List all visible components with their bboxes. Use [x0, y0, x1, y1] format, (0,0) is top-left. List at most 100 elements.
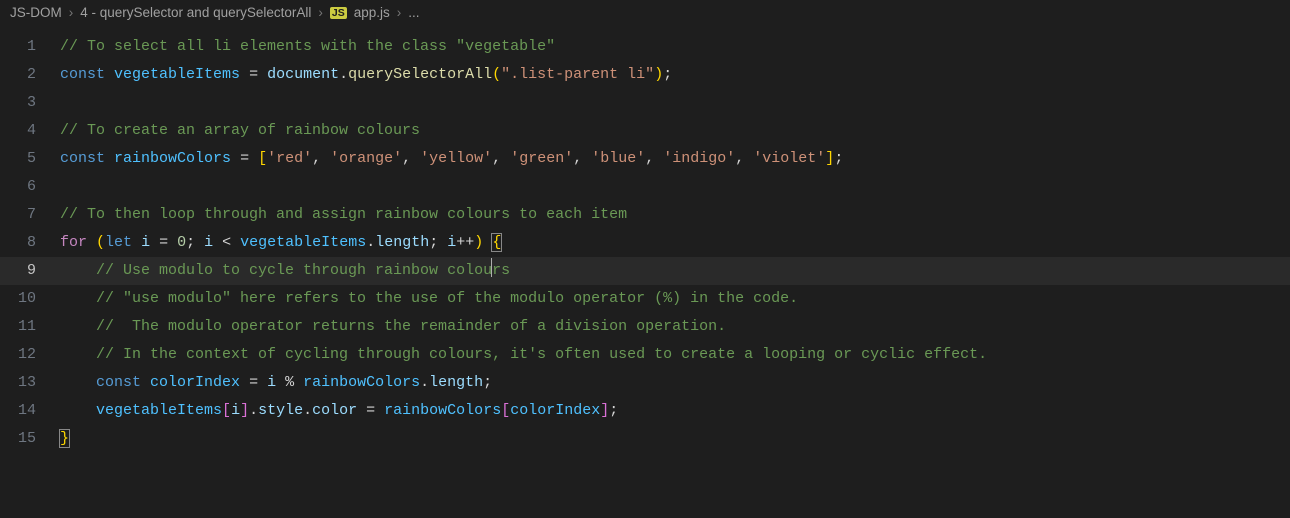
line-number: 9 — [0, 257, 60, 285]
code-line[interactable]: 15 } — [0, 425, 1290, 453]
bracket-open: [ — [501, 402, 510, 419]
semicolon: ; — [834, 150, 843, 167]
variable: vegetableItems — [114, 66, 240, 83]
code-line[interactable]: 1 // To select all li elements with the … — [0, 33, 1290, 61]
code-line[interactable]: 11 // The modulo operator returns the re… — [0, 313, 1290, 341]
code-line[interactable]: 6 — [0, 173, 1290, 201]
line-number: 12 — [0, 341, 60, 369]
identifier-i: i — [447, 234, 456, 251]
keyword-for: for — [60, 234, 87, 251]
semicolon: ; — [429, 234, 447, 251]
identifier: rainbowColors — [384, 402, 501, 419]
breadcrumb-tail[interactable]: ... — [408, 5, 419, 20]
paren-close: ) — [474, 234, 483, 251]
comment: // To select all li elements with the cl… — [60, 38, 555, 55]
comma: , — [312, 150, 330, 167]
keyword-const: const — [96, 374, 141, 391]
comma: , — [645, 150, 663, 167]
indent — [60, 374, 96, 391]
code-line[interactable]: 12 // In the context of cycling through … — [0, 341, 1290, 369]
breadcrumb-root[interactable]: JS-DOM — [10, 5, 62, 20]
string-literal: 'red' — [267, 150, 312, 167]
line-number: 7 — [0, 201, 60, 229]
code-line[interactable]: 3 — [0, 89, 1290, 117]
operator: = — [150, 234, 177, 251]
dot: . — [249, 402, 258, 419]
code-line[interactable]: 7 // To then loop through and assign rai… — [0, 201, 1290, 229]
chevron-right-icon: › — [69, 5, 74, 20]
paren-close: ) — [654, 66, 663, 83]
comma: , — [735, 150, 753, 167]
operator-modulo: % — [276, 374, 303, 391]
space — [87, 234, 96, 251]
string-literal: 'violet' — [753, 150, 825, 167]
breadcrumb[interactable]: JS-DOM › 4 - querySelector and querySele… — [0, 0, 1290, 25]
comma: , — [402, 150, 420, 167]
comment: // The modulo operator returns the remai… — [60, 318, 726, 335]
variable: colorIndex — [150, 374, 240, 391]
variable: rainbowColors — [114, 150, 231, 167]
identifier: rainbowColors — [303, 374, 420, 391]
code-line[interactable]: 14 vegetableItems[i].style.color = rainb… — [0, 397, 1290, 425]
code-line-current[interactable]: 9 // Use modulo to cycle through rainbow… — [0, 257, 1290, 285]
semicolon: ; — [483, 374, 492, 391]
semicolon: ; — [186, 234, 204, 251]
identifier-i: i — [141, 234, 150, 251]
line-number: 3 — [0, 89, 60, 117]
string-literal: 'indigo' — [663, 150, 735, 167]
identifier-i: i — [267, 374, 276, 391]
identifier-document: document — [267, 66, 339, 83]
number-literal: 0 — [177, 234, 186, 251]
code-line[interactable]: 2 const vegetableItems = document.queryS… — [0, 61, 1290, 89]
string-literal: 'orange' — [330, 150, 402, 167]
identifier: vegetableItems — [240, 234, 366, 251]
code-line[interactable]: 10 // "use modulo" here refers to the us… — [0, 285, 1290, 313]
keyword-const: const — [60, 66, 105, 83]
code-editor[interactable]: 1 // To select all li elements with the … — [0, 25, 1290, 453]
brace-close: } — [59, 429, 70, 448]
line-number: 1 — [0, 33, 60, 61]
identifier-i: i — [231, 402, 240, 419]
string-literal: 'green' — [510, 150, 573, 167]
property-color: color — [312, 402, 357, 419]
identifier: vegetableItems — [96, 402, 222, 419]
comma: , — [573, 150, 591, 167]
chevron-right-icon: › — [397, 5, 402, 20]
comment: // To create an array of rainbow colours — [60, 122, 420, 139]
breadcrumb-folder[interactable]: 4 - querySelector and querySelectorAll — [80, 5, 311, 20]
operator: = — [231, 150, 258, 167]
indent — [60, 402, 96, 419]
property-style: style — [258, 402, 303, 419]
string-literal: ".list-parent li" — [501, 66, 654, 83]
bracket-close: ] — [825, 150, 834, 167]
breadcrumb-file[interactable]: app.js — [354, 5, 390, 20]
line-number: 6 — [0, 173, 60, 201]
line-number: 2 — [0, 61, 60, 89]
operator: ++ — [456, 234, 474, 251]
operator: = — [240, 374, 267, 391]
comma: , — [492, 150, 510, 167]
dot: . — [303, 402, 312, 419]
dot: . — [420, 374, 429, 391]
code-line[interactable]: 5 const rainbowColors = ['red', 'orange'… — [0, 145, 1290, 173]
dot: . — [366, 234, 375, 251]
bracket-close: ] — [600, 402, 609, 419]
semicolon: ; — [609, 402, 618, 419]
line-number: 5 — [0, 145, 60, 173]
paren-open: ( — [492, 66, 501, 83]
code-line[interactable]: 8 for (let i = 0; i < vegetableItems.len… — [0, 229, 1290, 257]
line-number: 4 — [0, 117, 60, 145]
paren-open: ( — [96, 234, 105, 251]
comment: // "use modulo" here refers to the use o… — [60, 290, 798, 307]
dot: . — [339, 66, 348, 83]
code-line[interactable]: 4 // To create an array of rainbow colou… — [0, 117, 1290, 145]
semicolon: ; — [663, 66, 672, 83]
chevron-right-icon: › — [318, 5, 323, 20]
code-line[interactable]: 13 const colorIndex = i % rainbowColors.… — [0, 369, 1290, 397]
comment: // To then loop through and assign rainb… — [60, 206, 627, 223]
bracket-open: [ — [222, 402, 231, 419]
js-file-icon: JS — [330, 7, 347, 19]
line-number: 8 — [0, 229, 60, 257]
comment: rs — [492, 262, 510, 279]
bracket-open: [ — [258, 150, 267, 167]
